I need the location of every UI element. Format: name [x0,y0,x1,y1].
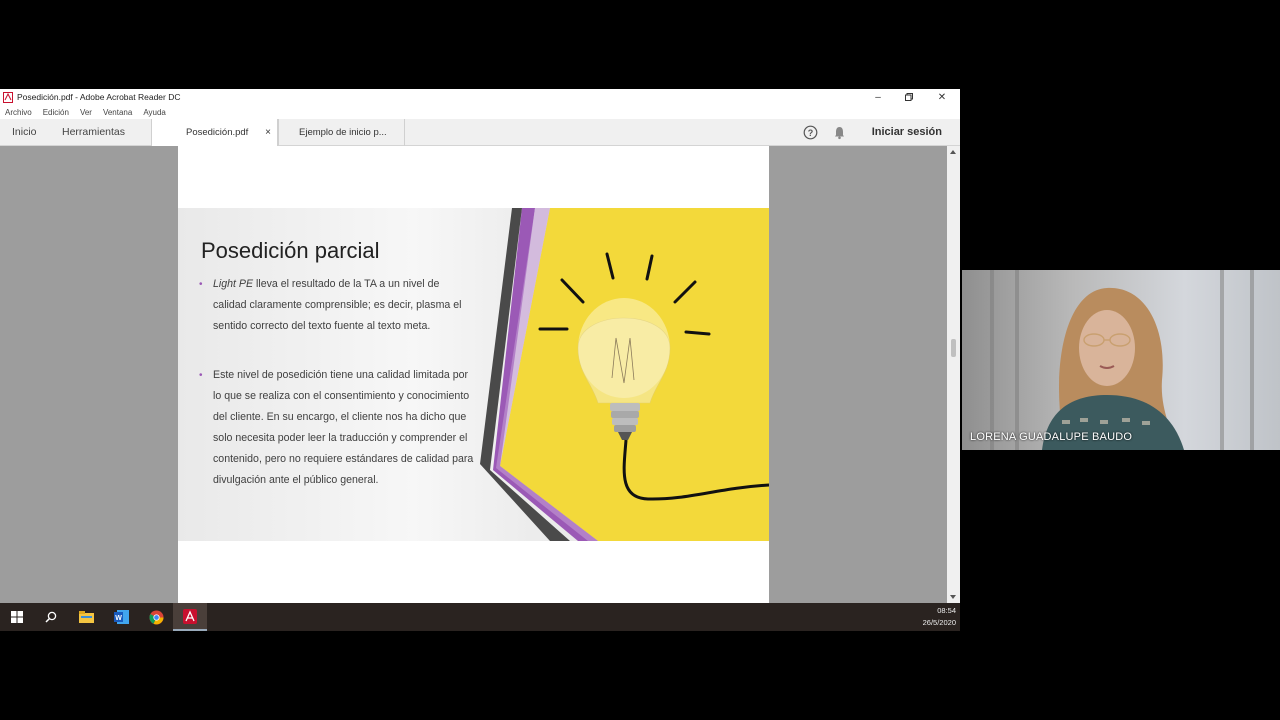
bell-icon[interactable] [832,125,847,140]
menu-edicion[interactable]: Edición [43,108,69,117]
help-icon[interactable]: ? [803,125,818,140]
tab-posedicion[interactable]: Posedición.pdf × [151,119,278,147]
scroll-up-icon[interactable] [950,150,956,154]
file-explorer-icon [78,611,94,623]
window-title: Posedición.pdf - Adobe Acrobat Reader DC [17,92,181,102]
system-clock[interactable]: 08:54 26/5/2020 [923,605,956,629]
vertical-scrollbar[interactable] [947,146,960,603]
tab-ejemplo-label: Ejemplo de inicio p... [299,127,387,138]
windows-taskbar: W 08:54 26/5/2020 [0,603,960,631]
word-icon: W [113,610,129,624]
scroll-down-icon[interactable] [950,595,956,599]
slide-title: Posedición parcial [201,238,380,263]
pdf-page: Posedición parcial Light PE lleva el res… [178,146,769,603]
clock-date: 26/5/2020 [922,618,956,627]
shared-screen: Posedición.pdf - Adobe Acrobat Reader DC… [0,89,960,631]
pdf-file-icon [3,91,13,103]
tab-bar: Inicio Herramientas Posedición.pdf × Eje… [0,119,960,147]
close-window-button[interactable]: ✕ [926,89,958,105]
tab-ejemplo[interactable]: Ejemplo de inicio p... [278,119,405,146]
search-button[interactable] [34,603,68,631]
bullet-light-pe-term: Light PE [213,278,254,290]
sign-in-button[interactable]: Iniciar sesión [872,119,942,146]
slide: Posedición parcial Light PE lleva el res… [178,208,769,541]
svg-text:?: ? [808,128,814,138]
participant-name: LORENA GUADALUPE BAUDO [970,431,1133,443]
menu-ver[interactable]: Ver [80,108,92,117]
start-button[interactable] [0,603,34,631]
minimize-icon: – [875,91,881,103]
acrobat-button[interactable] [173,603,207,631]
document-viewer[interactable]: Posedición parcial Light PE lleva el res… [0,146,947,603]
webcam-tile[interactable]: LORENA GUADALUPE BAUDO [962,270,1280,450]
word-button[interactable]: W [104,603,138,631]
tab-posedicion-label: Posedición.pdf [186,127,249,138]
menu-ayuda[interactable]: Ayuda [143,108,166,117]
restore-icon [905,93,913,101]
title-bar: Posedición.pdf - Adobe Acrobat Reader DC… [0,89,960,105]
bullet-light-pe: Light PE lleva el resultado de la TA a u… [199,274,475,337]
restore-button[interactable] [893,89,925,105]
windows-start-icon [11,611,23,623]
close-icon: ✕ [937,91,947,103]
menu-bar: Archivo Edición Ver Ventana Ayuda [0,105,960,119]
participant-video [962,270,1280,450]
clock-time: 08:54 [937,606,956,615]
scroll-thumb[interactable] [951,339,956,357]
minimize-button[interactable]: – [862,89,894,105]
svg-text:W: W [115,615,122,622]
tab-inicio[interactable]: Inicio [12,119,37,146]
bullet-nivel: Este nivel de posedición tiene una calid… [199,365,475,491]
file-explorer-button[interactable] [69,603,103,631]
chrome-icon [148,609,164,625]
tab-close-icon[interactable]: × [265,119,271,146]
search-icon [45,611,57,623]
tab-herramientas[interactable]: Herramientas [62,119,125,146]
acrobat-icon [183,608,197,624]
menu-ventana[interactable]: Ventana [103,108,132,117]
menu-archivo[interactable]: Archivo [5,108,32,117]
chrome-button[interactable] [139,603,173,631]
